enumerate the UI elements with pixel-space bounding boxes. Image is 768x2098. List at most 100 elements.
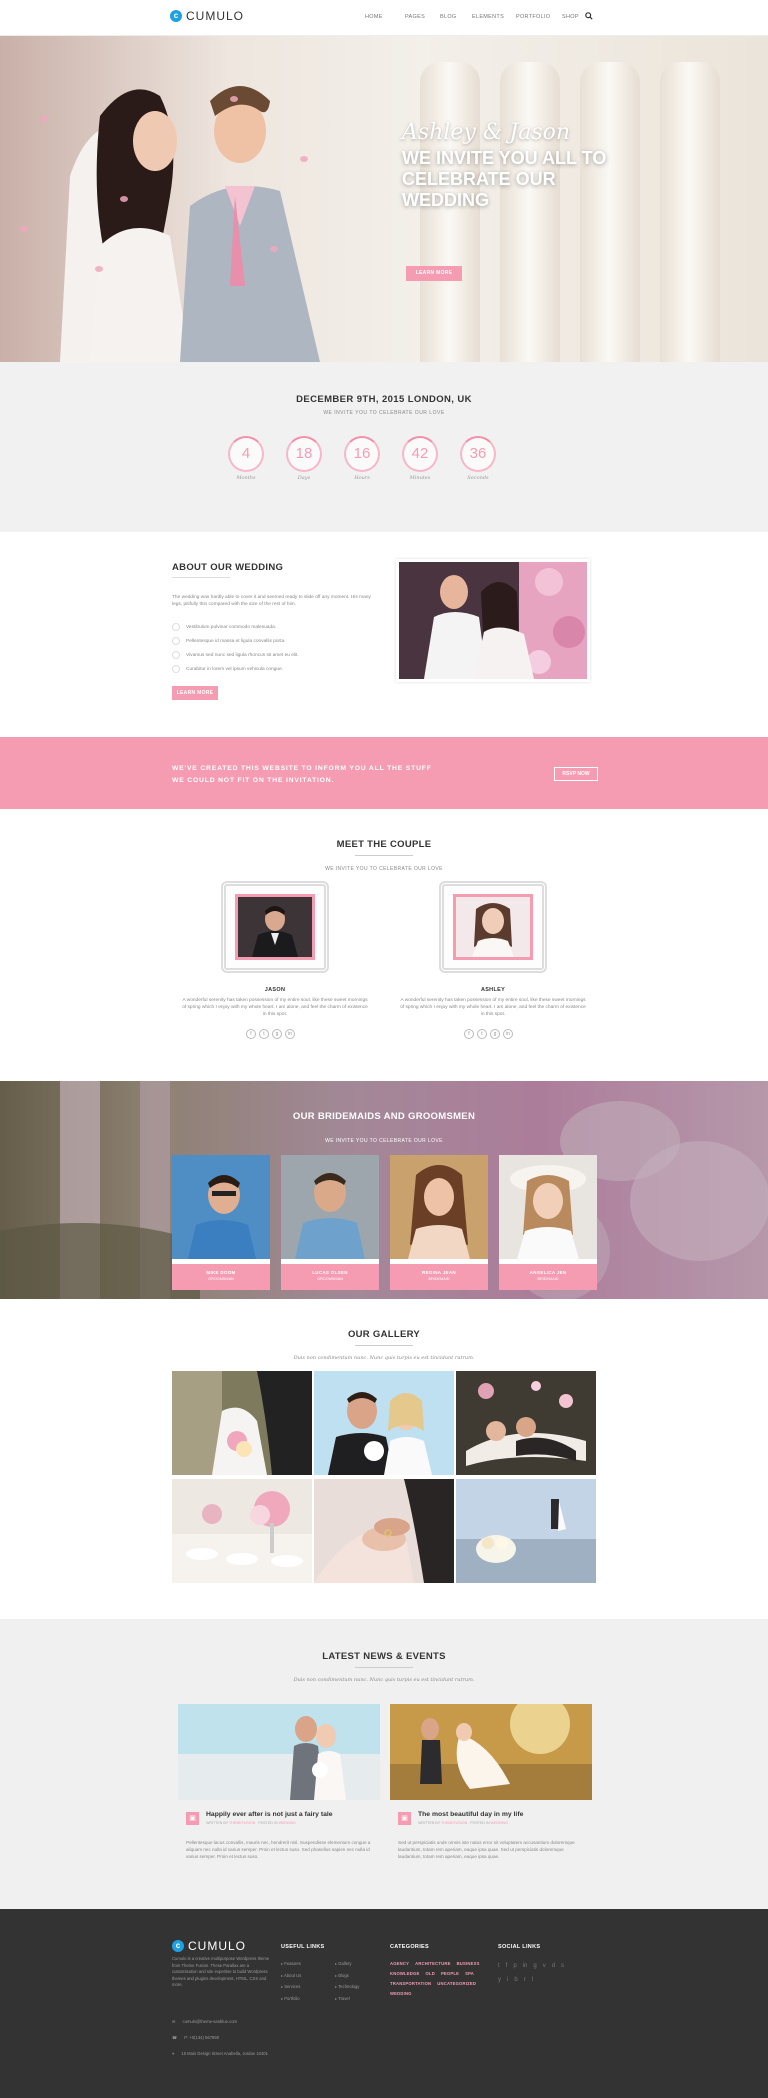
timer-value: 42 — [402, 436, 438, 472]
site-header: c CUMULO HOME PAGES BLOG ELEMENTS PORTFO… — [0, 0, 768, 36]
timer-value: 16 — [344, 436, 380, 472]
news-subtitle: Duis non condimentum nunc. Nunc quis tur… — [293, 1677, 475, 1683]
about-text: The wedding was hardly able to cover it … — [172, 595, 371, 607]
bride-name: ASHLEY — [480, 987, 506, 993]
category-tag[interactable]: OLD — [425, 1971, 434, 1976]
google-plus-icon[interactable]: g — [490, 1029, 500, 1039]
timer-minutes: 42 Minutes — [402, 436, 438, 481]
twitter-icon[interactable]: t — [498, 1963, 500, 1969]
linkedin-icon[interactable]: l — [532, 1977, 533, 1983]
banner-text: WE'VE CREATED THIS WEBSITE TO INFORM YOU… — [172, 765, 432, 784]
news-post: ▣ The most beautiful day in my life WRIT… — [390, 1694, 592, 1894]
category-tag[interactable]: ARCHITECTURE — [415, 1961, 450, 1966]
google-plus-icon[interactable]: g — [272, 1029, 282, 1039]
category-tag[interactable]: UNCATEGORIZED — [437, 1981, 476, 1986]
footer-email[interactable]: ✉ cumulo@theme-sanblue.com — [172, 2019, 282, 2025]
category-tag[interactable]: BUSINESS — [457, 1961, 480, 1966]
nav-portfolio[interactable]: PORTFOLIO — [516, 14, 562, 20]
footer-link[interactable]: Technology — [335, 1984, 359, 1996]
member-card[interactable]: REGINA JEAN BRIDEMAID — [390, 1155, 488, 1290]
timer-value: 4 — [228, 436, 264, 472]
timer-months: 4 Months — [228, 436, 264, 481]
category-tag[interactable]: TRANSPORTATION — [390, 1981, 431, 1986]
member-role: GROOMSMAN — [317, 1277, 343, 1281]
gallery-image[interactable] — [172, 1479, 312, 1583]
post-excerpt: Sed ut perspiciatis unde omnis iste natu… — [398, 1840, 575, 1859]
gallery-image[interactable] — [314, 1479, 454, 1583]
hero-headline: WE INVITE YOU ALL TO CELEBRATE OUR WEDDI… — [402, 148, 607, 210]
social-links-title: SOCIAL LINKS — [498, 1944, 541, 1950]
site-logo[interactable]: c CUMULO — [170, 9, 244, 23]
footer-logo[interactable]: c CUMULO — [172, 1939, 246, 1953]
footer-link[interactable]: Gallery — [335, 1961, 359, 1973]
footer-link[interactable]: Services — [281, 1984, 301, 1996]
skype-icon[interactable]: s — [561, 1963, 564, 1969]
timer-value: 36 — [460, 436, 496, 472]
google-plus-icon[interactable]: g — [533, 1963, 536, 1969]
hero-learn-more-button[interactable]: LEARN MORE — [406, 266, 462, 281]
about-couple-image — [396, 559, 590, 682]
nav-blog[interactable]: BLOG — [440, 14, 472, 20]
facebook-icon[interactable]: f — [506, 1963, 508, 1969]
instagram-icon[interactable]: i — [507, 1977, 508, 1983]
about-learn-more-button[interactable]: LEARN MORE — [172, 686, 218, 700]
gallery-image[interactable] — [172, 1371, 312, 1475]
member-photo — [281, 1155, 379, 1259]
nav-elements[interactable]: ELEMENTS — [472, 14, 516, 20]
facebook-icon[interactable]: f — [464, 1029, 474, 1039]
twitter-icon[interactable]: t — [259, 1029, 269, 1039]
category-tag[interactable]: AGENCY — [390, 1961, 409, 1966]
behance-icon[interactable]: b — [514, 1977, 517, 1983]
twitter-icon[interactable]: t — [477, 1029, 487, 1039]
youtube-icon[interactable]: y — [498, 1977, 501, 1983]
category-tag[interactable]: SPA — [465, 1971, 474, 1976]
post-image[interactable] — [178, 1704, 380, 1800]
rss-icon[interactable]: r — [524, 1977, 526, 1983]
gallery-section: OUR GALLERY Duis non condimentum nunc. N… — [0, 1299, 768, 1619]
groom-social-links: f t g in — [246, 1029, 295, 1039]
category-tag[interactable]: KNOWLEDGE — [390, 1971, 419, 1976]
nav-pages[interactable]: PAGES — [405, 14, 440, 20]
post-title[interactable]: The most beautiful day in my life — [418, 1811, 523, 1818]
category-tag[interactable]: PEOPLE — [441, 1971, 459, 1976]
bullet-icon — [172, 651, 180, 659]
member-name: REGINA JEAN — [422, 1270, 456, 1275]
footer-link[interactable]: Portfolio — [281, 1996, 301, 2008]
groom-photo — [235, 894, 315, 960]
linkedin-icon[interactable]: in — [523, 1963, 528, 1969]
post-image[interactable] — [390, 1694, 592, 1800]
footer-link[interactable]: Features — [281, 1961, 301, 1973]
pinterest-icon[interactable]: p — [513, 1963, 516, 1969]
couple-section: MEET THE COUPLE WE INVITE YOU TO CELEBRA… — [0, 809, 768, 1081]
member-card[interactable]: MIKE DOOM GROOMSMAN — [172, 1155, 270, 1290]
post-author: THEMEFUSION — [441, 1821, 468, 1825]
footer-link[interactable]: Blogs — [335, 1973, 359, 1985]
footer-address: ⌖ 15 Main Design Street Anabella, Jordan … — [172, 2051, 268, 2056]
dribbble-icon[interactable]: d — [552, 1963, 555, 1969]
member-photo — [499, 1155, 597, 1259]
search-icon[interactable] — [585, 12, 593, 20]
post-meta: WRITTEN BY THEMEFUSION POSTED IN WEDDING — [418, 1821, 508, 1825]
member-role: BRIDEMAID — [537, 1277, 559, 1281]
divider — [355, 1345, 413, 1346]
linkedin-icon[interactable]: in — [503, 1029, 513, 1039]
member-card[interactable]: LUCAS OLSEN GROOMSMAN — [281, 1155, 379, 1290]
list-item: Curabitur in lorem vel ipsum vehicula co… — [172, 662, 299, 676]
countdown-title: DECEMBER 9TH, 2015 LONDON, UK — [296, 394, 472, 405]
bride-bio: A wonderful serenity has taken possessio… — [400, 998, 586, 1017]
post-title[interactable]: Happily ever after is not just a fairy t… — [206, 1811, 333, 1818]
footer-link[interactable]: About Us — [281, 1973, 301, 1985]
gallery-image[interactable] — [456, 1371, 596, 1475]
footer-link[interactable]: Travel — [335, 1996, 359, 2008]
linkedin-icon[interactable]: in — [285, 1029, 295, 1039]
rsvp-button[interactable]: RSVP NOW — [554, 767, 598, 781]
member-name: LUCAS OLSEN — [312, 1270, 348, 1275]
gallery-image[interactable] — [456, 1479, 596, 1583]
vimeo-icon[interactable]: v — [543, 1963, 546, 1969]
category-tag[interactable]: WEDDING — [390, 1991, 412, 1996]
main-nav: HOME PAGES BLOG ELEMENTS PORTFOLIO SHOP — [365, 14, 592, 20]
member-card[interactable]: ANGELICA JEN BRIDEMAID — [499, 1155, 597, 1290]
facebook-icon[interactable]: f — [246, 1029, 256, 1039]
gallery-image[interactable] — [314, 1371, 454, 1475]
nav-home[interactable]: HOME — [365, 14, 405, 20]
